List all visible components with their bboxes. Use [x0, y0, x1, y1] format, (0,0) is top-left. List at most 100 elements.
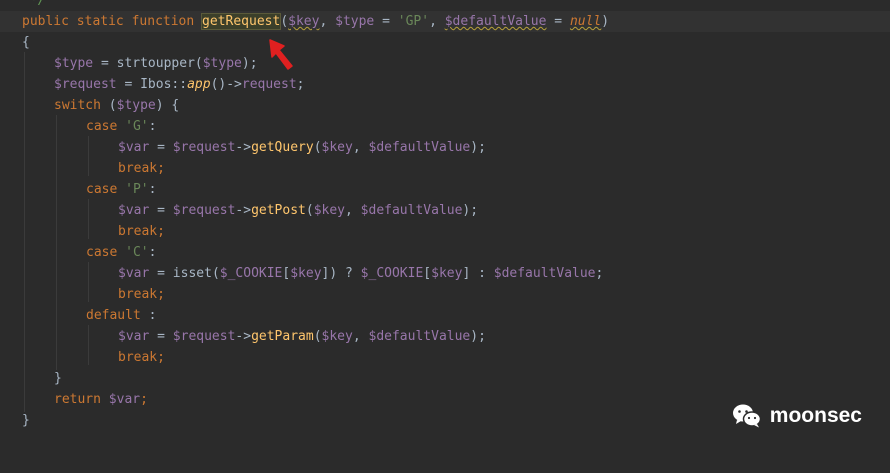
bracket: ])	[321, 266, 338, 281]
comma: ,	[352, 329, 369, 344]
paren: );	[462, 203, 479, 218]
variable: $var	[118, 140, 150, 155]
colon: :	[148, 119, 157, 134]
bracket: [	[423, 266, 432, 281]
arrow-op: ()->	[210, 77, 242, 92]
equals: =	[546, 14, 570, 29]
comma: ,	[429, 14, 445, 29]
arrow-op: ->	[235, 140, 252, 155]
string-literal: 'C'	[125, 245, 149, 260]
variable: $key	[313, 203, 346, 218]
paren: ) {	[155, 98, 180, 113]
variable: $var	[108, 392, 141, 407]
keyword-default: default	[86, 308, 141, 323]
paren: );	[470, 329, 486, 344]
paren: );	[470, 140, 486, 155]
ternary: ?	[337, 266, 361, 281]
null-literal: null	[569, 14, 602, 29]
variable: $request	[172, 203, 236, 218]
variable: $type	[54, 56, 94, 71]
variable: $defaultValue	[360, 203, 463, 218]
paren: (	[194, 56, 203, 71]
function-name[interactable]: getRequest	[201, 13, 282, 30]
param-key: $key	[288, 14, 320, 29]
superglobal: $_COOKIE	[219, 266, 283, 281]
keyword-function: function	[131, 14, 195, 29]
paren: (	[280, 14, 289, 29]
wechat-icon	[732, 404, 762, 428]
code-line-signature[interactable]: public static function getRequest($key, …	[0, 11, 890, 32]
code-line[interactable]: $request = Ibos::app()->request;	[0, 74, 890, 95]
code-line[interactable]: case 'G':	[0, 116, 890, 137]
paren: (	[305, 203, 314, 218]
string-literal: 'G'	[125, 119, 149, 134]
paren: )	[601, 14, 610, 29]
code-line[interactable]: default :	[0, 305, 890, 326]
arrow-op: ->	[235, 203, 252, 218]
paren: (	[100, 98, 117, 113]
code-line[interactable]: $var = $request->getQuery($key, $default…	[0, 137, 890, 158]
code-line[interactable]: case 'P':	[0, 179, 890, 200]
static-method: app	[187, 77, 211, 92]
watermark: moonsec	[732, 403, 862, 429]
variable: $defaultValue	[368, 329, 471, 344]
equals: =	[149, 140, 173, 155]
paren: (	[313, 140, 322, 155]
variable: $request	[54, 77, 117, 92]
keyword-public: public	[22, 14, 69, 29]
variable: $type	[116, 98, 156, 113]
code-line[interactable]: break;	[0, 158, 890, 179]
ternary: :	[470, 266, 494, 281]
method-call: getQuery	[251, 140, 314, 155]
paren: (	[211, 266, 220, 281]
watermark-text: moonsec	[769, 404, 862, 427]
code-line[interactable]: */	[0, 0, 890, 11]
code-line[interactable]: $var = $request->getPost($key, $defaultV…	[0, 200, 890, 221]
code-line[interactable]: break;	[0, 347, 890, 368]
code-line[interactable]: $var = isset($_COOKIE[$key]) ? $_COOKIE[…	[0, 263, 890, 284]
arrow-op: ->	[235, 329, 252, 344]
code-line[interactable]: $type = strtoupper($type);	[0, 53, 890, 74]
code-line[interactable]: $var = $request->getParam($key, $default…	[0, 326, 890, 347]
equals: =	[374, 14, 398, 29]
code-line[interactable]: break;	[0, 284, 890, 305]
colon: :	[148, 245, 157, 260]
keyword-case: case	[86, 119, 118, 134]
red-arrow-icon	[269, 39, 293, 70]
variable: $key	[321, 140, 353, 155]
code-line[interactable]: }	[0, 368, 890, 389]
keyword-static: static	[76, 14, 124, 29]
semicolon: ;	[296, 77, 305, 92]
variable: $defaultValue	[493, 266, 596, 281]
open-brace: {	[22, 35, 30, 50]
variable: $var	[118, 266, 150, 281]
method-call: getParam	[251, 329, 314, 344]
class-ref: = Ibos::	[116, 77, 188, 92]
code-line[interactable]: switch ($type) {	[0, 95, 890, 116]
function-call: isset	[172, 266, 212, 281]
variable: $key	[290, 266, 322, 281]
param-type: $type	[335, 14, 375, 29]
keyword-switch: switch	[54, 98, 101, 113]
equals: =	[149, 329, 173, 344]
string-literal: 'P'	[125, 182, 149, 197]
keyword-case: case	[86, 245, 118, 260]
keyword-break: break;	[118, 287, 165, 302]
equals: =	[93, 56, 117, 71]
keyword-case: case	[86, 182, 118, 197]
close-brace: }	[54, 371, 62, 386]
param-default-value: $defaultValue	[444, 14, 547, 29]
property: request	[241, 77, 297, 92]
keyword-break: break;	[118, 161, 165, 176]
code-line[interactable]: {	[0, 32, 890, 53]
close-brace: }	[22, 413, 30, 428]
code-line[interactable]: case 'C':	[0, 242, 890, 263]
code-editor[interactable]: */ public static function getRequest($ke…	[0, 0, 890, 455]
colon: :	[140, 308, 157, 323]
paren: (	[313, 329, 322, 344]
paren: );	[241, 56, 258, 71]
code-line[interactable]: break;	[0, 221, 890, 242]
